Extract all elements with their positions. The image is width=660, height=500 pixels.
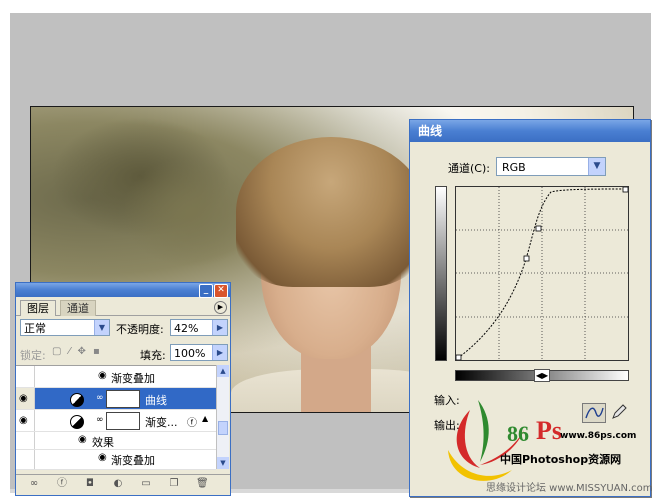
trash-icon[interactable]: 🗑 bbox=[196, 478, 209, 490]
output-gradient-bar bbox=[435, 186, 447, 361]
minimize-icon[interactable]: _ bbox=[199, 284, 213, 298]
watermark: 思缘设计论坛 www.MISSYUAN.com bbox=[486, 483, 653, 494]
opacity-field[interactable]: 42% ▶ bbox=[170, 319, 228, 336]
eye-icon[interactable]: ◉ bbox=[78, 434, 87, 445]
list-item[interactable]: ◉ 渐变叠加 bbox=[16, 450, 216, 470]
effects-icon[interactable]: ⓕ bbox=[187, 414, 197, 429]
opacity-value: 42% bbox=[174, 322, 199, 335]
layers-scrollbar[interactable]: ▲ ▼ bbox=[216, 365, 229, 469]
add-style-icon[interactable]: ⓕ bbox=[56, 478, 68, 490]
eye-icon[interactable]: ◉ bbox=[98, 452, 107, 463]
chevron-up-icon[interactable]: ▲ bbox=[217, 365, 229, 377]
curves-title: 曲线 bbox=[410, 120, 650, 142]
curve-point bbox=[456, 354, 462, 360]
lock-options-icon[interactable]: ▢ ⁄ ✥ ▪ bbox=[52, 346, 102, 357]
chevron-up-icon[interactable]: ▲ bbox=[202, 414, 208, 423]
table-row[interactable]: ◉ ∞ 渐变... ⓕ ▲ bbox=[16, 410, 216, 432]
layer-label: 渐变... bbox=[145, 416, 178, 429]
logo-name: 中国Photoshop资源网 bbox=[500, 453, 622, 466]
layer-label: 渐变叠加 bbox=[111, 454, 155, 467]
hair bbox=[236, 137, 426, 287]
curve-point bbox=[535, 225, 542, 232]
layers-footer: ∞ ⓕ ◘ ◐ ▭ ❐ 🗑 bbox=[16, 474, 230, 495]
channel-label: 通道(C): bbox=[448, 162, 490, 175]
eye-icon[interactable]: ◉ bbox=[98, 370, 107, 381]
layer-label: 曲线 bbox=[145, 394, 167, 407]
curve-graph[interactable] bbox=[455, 186, 629, 361]
fill-label: 填充: bbox=[140, 349, 166, 362]
tab-layers[interactable]: 图层 bbox=[20, 300, 56, 316]
layer-mask-thumbnail[interactable] bbox=[106, 390, 140, 408]
layer-label: 渐变叠加 bbox=[111, 372, 155, 385]
chevron-down-icon[interactable]: ▼ bbox=[217, 457, 229, 469]
close-icon[interactable]: ✕ bbox=[214, 284, 228, 298]
scroll-thumb[interactable] bbox=[218, 421, 228, 435]
chevron-down-icon[interactable]: ▼ bbox=[588, 158, 605, 175]
table-row[interactable]: ◉ ∞ 曲线 bbox=[16, 388, 216, 410]
list-item[interactable]: ◉ 渐变叠加 bbox=[16, 366, 216, 388]
list-item[interactable]: ◉ 效果 bbox=[16, 432, 216, 450]
channel-value: RGB bbox=[502, 161, 526, 174]
link-icon[interactable]: ∞ bbox=[96, 393, 104, 403]
chevron-right-icon[interactable]: ▶ bbox=[212, 345, 227, 360]
panel-tabs: 通道 图层 bbox=[16, 299, 230, 316]
swap-arrows-icon[interactable]: ◀▶ bbox=[534, 369, 550, 382]
eye-icon[interactable]: ◉ bbox=[19, 415, 28, 426]
fill-value: 100% bbox=[174, 347, 206, 360]
layer-list: ◉ 渐变叠加 ◉ ∞ 曲线 ◉ ∞ 渐变... ⓕ ▲ ◉ 效果 ◉ 渐变叠加 bbox=[16, 365, 216, 470]
layers-panel: _ ✕ 通道 图层 ▶ 正常 ▼ 不透明度: 42% ▶ 锁定: ▢ ⁄ ✥ ▪… bbox=[15, 282, 231, 496]
logo-ps-glyph: Ps bbox=[536, 416, 562, 445]
folder-icon[interactable]: ▭ bbox=[140, 478, 152, 490]
layer-mask-thumbnail[interactable] bbox=[106, 412, 140, 430]
link-layers-icon[interactable]: ∞ bbox=[28, 478, 40, 490]
adjustment-icon bbox=[70, 393, 84, 407]
adjustment-icon bbox=[70, 415, 84, 429]
layers-titlebar[interactable]: _ ✕ bbox=[16, 283, 230, 298]
curves-dialog: 曲线 通道(C): RGB ▼ ◀▶ 输入: 输出: 86 Ps www.86p… bbox=[409, 119, 651, 497]
adjustment-layer-icon[interactable]: ◐ bbox=[112, 478, 124, 490]
curve-point bbox=[622, 187, 628, 193]
curve-point bbox=[523, 255, 530, 262]
channel-select[interactable]: RGB ▼ bbox=[496, 157, 606, 176]
logo-number: 86 bbox=[507, 421, 529, 446]
lock-label: 锁定: bbox=[20, 349, 46, 362]
tab-channels[interactable]: 通道 bbox=[60, 300, 96, 316]
eye-icon[interactable]: ◉ bbox=[19, 393, 28, 404]
blend-mode-select[interactable]: 正常 ▼ bbox=[20, 319, 110, 336]
fill-field[interactable]: 100% ▶ bbox=[170, 344, 228, 361]
layer-label: 效果 bbox=[92, 436, 114, 449]
new-layer-icon[interactable]: ❐ bbox=[168, 478, 180, 490]
link-icon[interactable]: ∞ bbox=[96, 415, 104, 425]
add-mask-icon[interactable]: ◘ bbox=[84, 478, 96, 490]
chevron-right-icon[interactable]: ▶ bbox=[212, 320, 227, 335]
opacity-label: 不透明度: bbox=[116, 323, 164, 336]
panel-menu-icon[interactable]: ▶ bbox=[214, 301, 227, 314]
blend-mode-value: 正常 bbox=[24, 322, 46, 335]
chevron-down-icon[interactable]: ▼ bbox=[94, 320, 109, 335]
logo-site: www.86ps.com bbox=[560, 431, 637, 441]
